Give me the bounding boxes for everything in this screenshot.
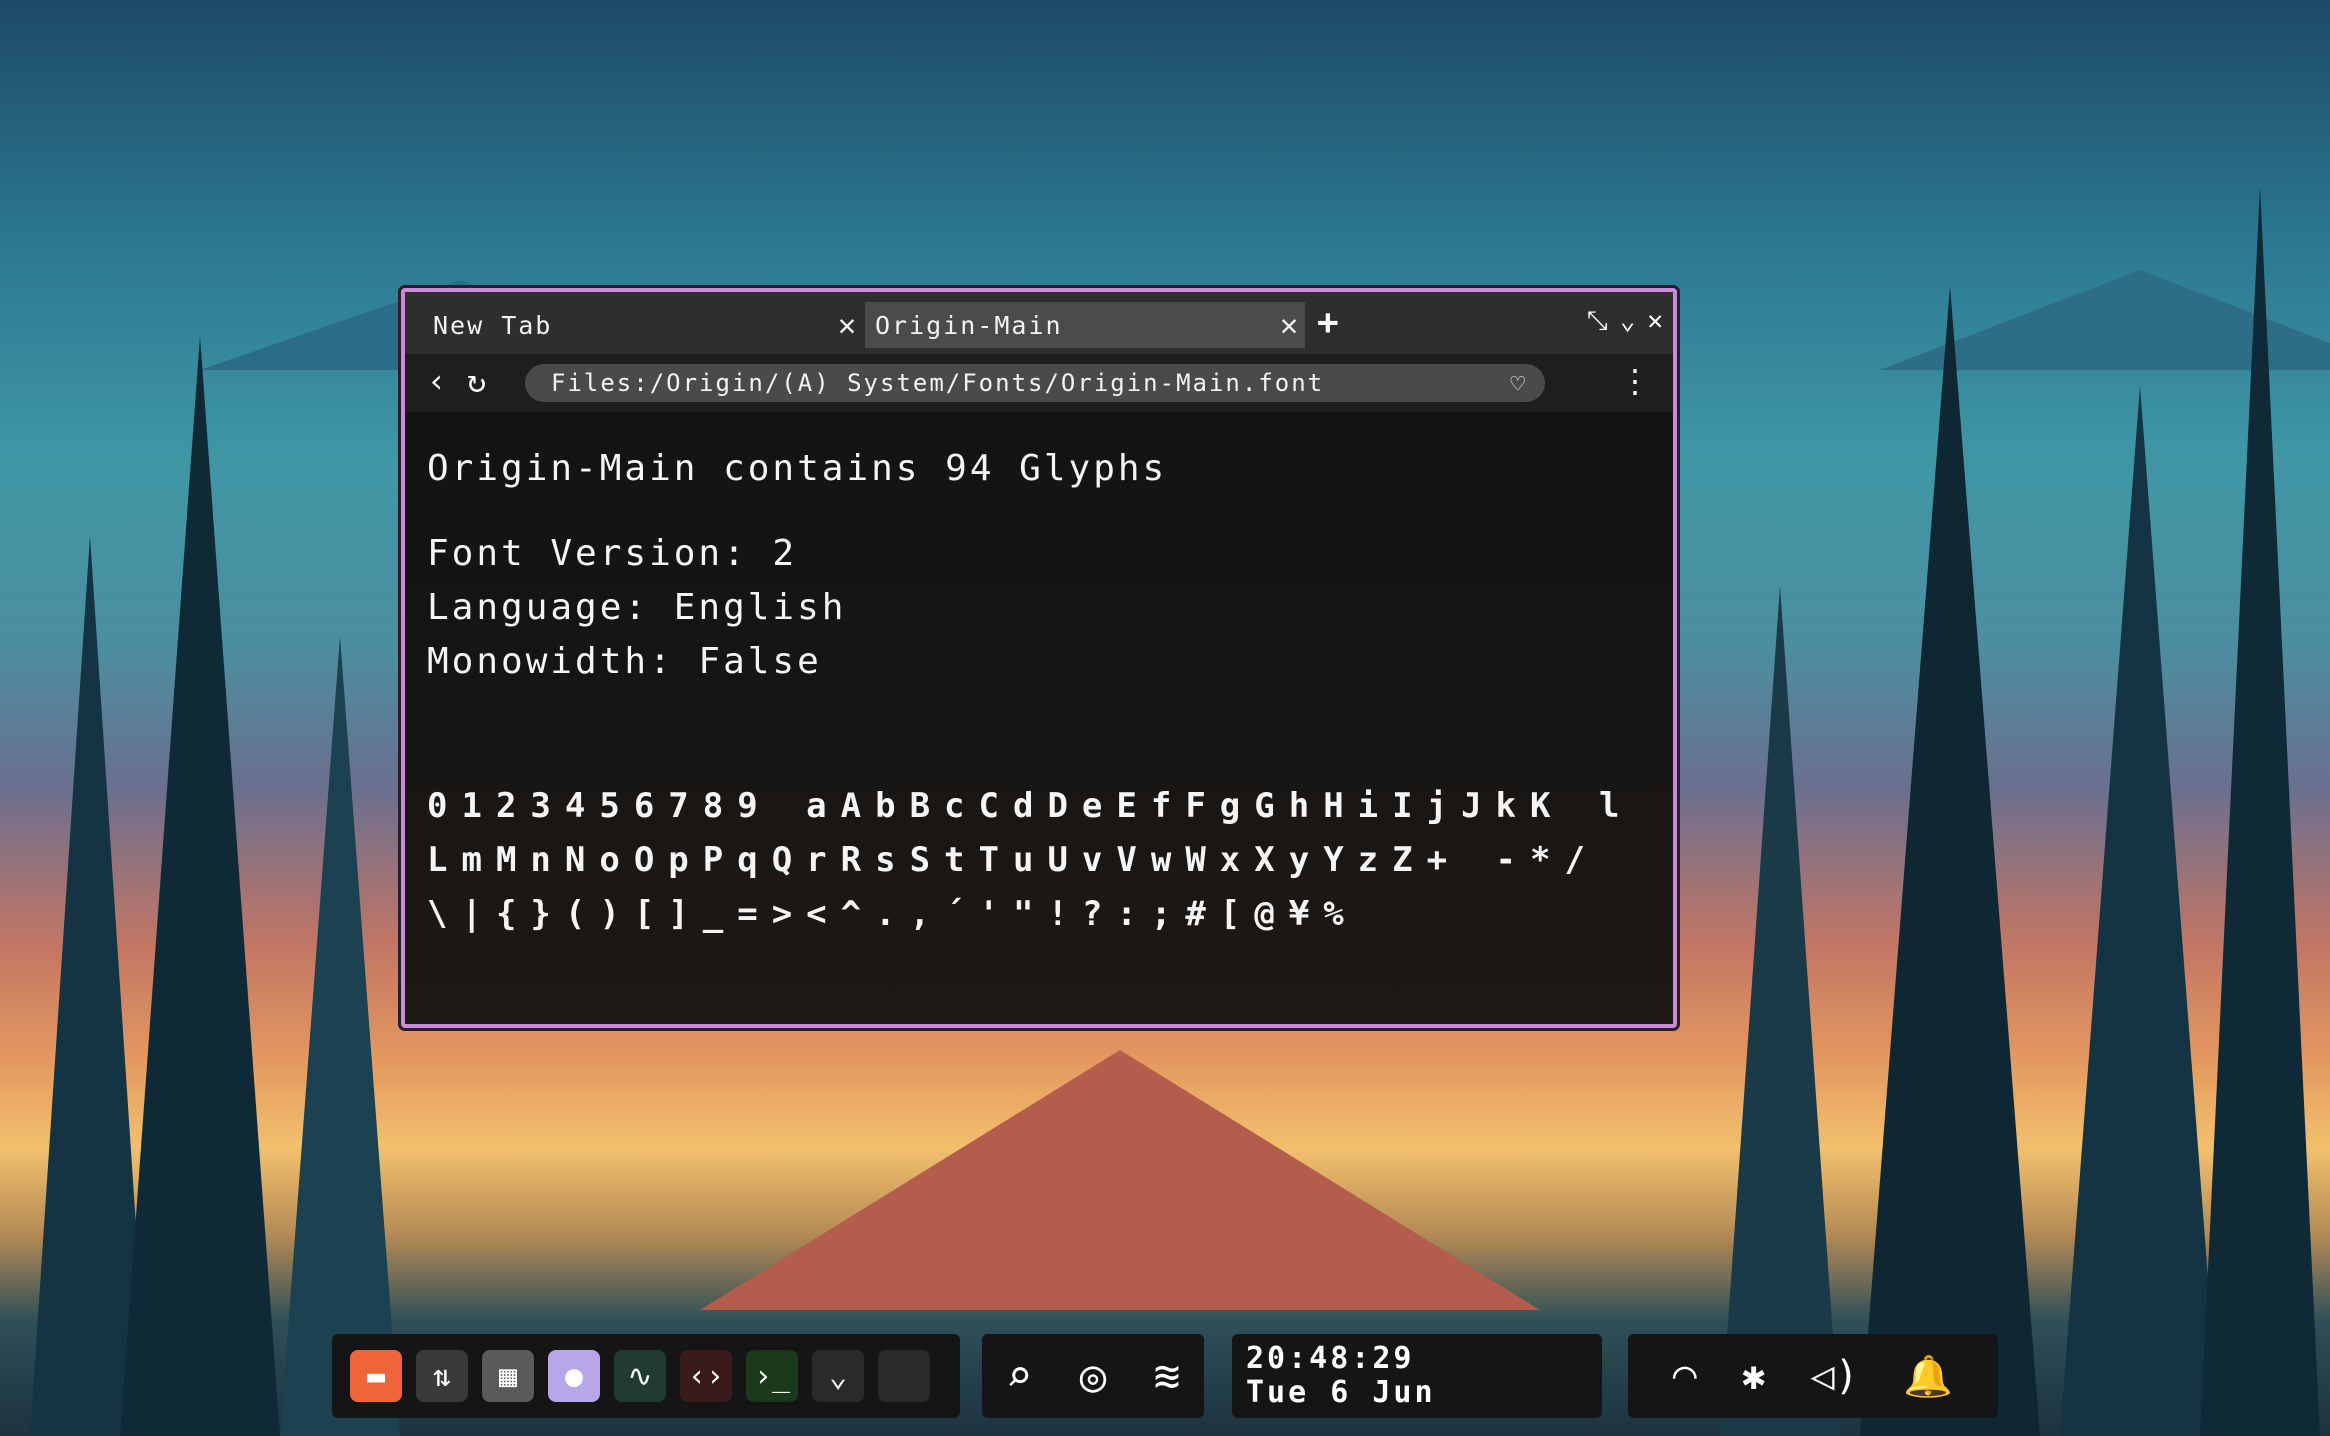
font-info-content: Origin-Main contains 94 Glyphs Font Vers… [405, 412, 1673, 1024]
settings-app-icon[interactable]: ⇅ [416, 1350, 468, 1402]
tab-bar: New Tab ✕ Origin-Main ✕ + ⤡ ⌄ ✕ [405, 292, 1673, 354]
glyph-preview: 0123456789 aAbBcCdDeEfFgGhHiIjJkK lLmMnN… [427, 786, 1634, 934]
tree [1720, 586, 1840, 1436]
clock-date: Tue 6 Jun [1246, 1375, 1436, 1410]
wifi-icon[interactable]: ◠ [1673, 1353, 1697, 1399]
chevron-down-icon: ⌄ [828, 1358, 848, 1394]
tab-label: New Tab [433, 310, 553, 340]
more-apps-button[interactable]: ⌄ [812, 1350, 864, 1402]
code-app-icon[interactable]: ‹› [680, 1350, 732, 1402]
url-text: Files:/Origin/(A) System/Fonts/Origin-Ma… [551, 369, 1325, 397]
window-controls: ⤡ ⌄ ✕ [1587, 306, 1663, 337]
code-icon: ‹› [687, 1358, 725, 1394]
mountain [700, 1050, 1540, 1310]
tab-label: Origin-Main [875, 310, 1063, 340]
volume-icon[interactable]: ◁) [1810, 1353, 1858, 1399]
minimize-icon[interactable]: ⌄ [1620, 306, 1636, 337]
browser-window: New Tab ✕ Origin-Main ✕ + ⤡ ⌄ ✕ ‹ ↻ File… [401, 288, 1677, 1028]
files-icon: ▬ [366, 1358, 386, 1394]
clock-time: 20:48:29 [1246, 1341, 1415, 1376]
notification-bell-icon[interactable]: 🔔 [1903, 1353, 1953, 1400]
monitor-app-icon[interactable]: ∿ [614, 1350, 666, 1402]
close-window-icon[interactable]: ✕ [1647, 306, 1663, 337]
files-app-icon[interactable]: ▬ [350, 1350, 402, 1402]
assistant-app-icon[interactable]: ● [548, 1350, 600, 1402]
terminal-app-icon[interactable]: ›_ [746, 1350, 798, 1402]
assistant-icon: ● [564, 1358, 584, 1394]
tab-new-tab[interactable]: New Tab ✕ [423, 302, 863, 348]
app-dock: ▬ ⇅ ▦ ● ∿ ‹› ›_ ⌄ [332, 1334, 960, 1418]
glyph-count-heading: Origin-Main contains 94 Glyphs [427, 448, 1168, 489]
tree [2200, 186, 2320, 1436]
reload-icon[interactable]: ↻ [467, 362, 486, 400]
new-tab-button[interactable]: + [1317, 302, 1339, 343]
tree [2060, 386, 2220, 1436]
settings-icon: ⇅ [432, 1358, 452, 1394]
tree [280, 636, 400, 1436]
favorite-icon[interactable]: ♡ [1511, 370, 1527, 398]
search-icon[interactable]: ⌕ [1006, 1351, 1033, 1402]
address-bar[interactable]: Files:/Origin/(A) System/Fonts/Origin-Ma… [525, 364, 1545, 402]
empty-dock-slot[interactable] [878, 1350, 930, 1402]
font-version: Font Version: 2 [427, 533, 798, 574]
calculator-app-icon[interactable]: ▦ [482, 1350, 534, 1402]
tree [1860, 286, 2040, 1436]
system-tray: ◠ ✱ ◁) 🔔 [1628, 1334, 1998, 1418]
tab-origin-main[interactable]: Origin-Main ✕ [865, 302, 1305, 348]
restore-icon[interactable]: ⤡ [1587, 306, 1608, 337]
close-icon[interactable]: ✕ [1275, 308, 1305, 343]
close-icon[interactable]: ✕ [833, 308, 863, 343]
navigation-bar: ‹ ↻ Files:/Origin/(A) System/Fonts/Origi… [405, 354, 1673, 412]
layers-icon[interactable]: ≋ [1154, 1351, 1181, 1402]
calculator-icon: ▦ [498, 1358, 518, 1394]
terminal-icon: ›_ [753, 1358, 791, 1394]
clock-widget[interactable]: 20:48:29 Tue 6 Jun [1232, 1334, 1602, 1418]
tree [120, 336, 280, 1436]
bluetooth-icon[interactable]: ✱ [1742, 1353, 1766, 1399]
activity-monitor-icon: ∿ [627, 1358, 653, 1394]
quick-tools: ⌕ ◎ ≋ [982, 1334, 1204, 1418]
font-language: Language: English [427, 587, 847, 628]
font-monowidth: Monowidth: False [427, 641, 822, 682]
back-icon[interactable]: ‹ [427, 362, 446, 400]
activity-icon[interactable]: ◎ [1080, 1351, 1107, 1402]
menu-icon[interactable]: ⋮ [1619, 362, 1651, 400]
